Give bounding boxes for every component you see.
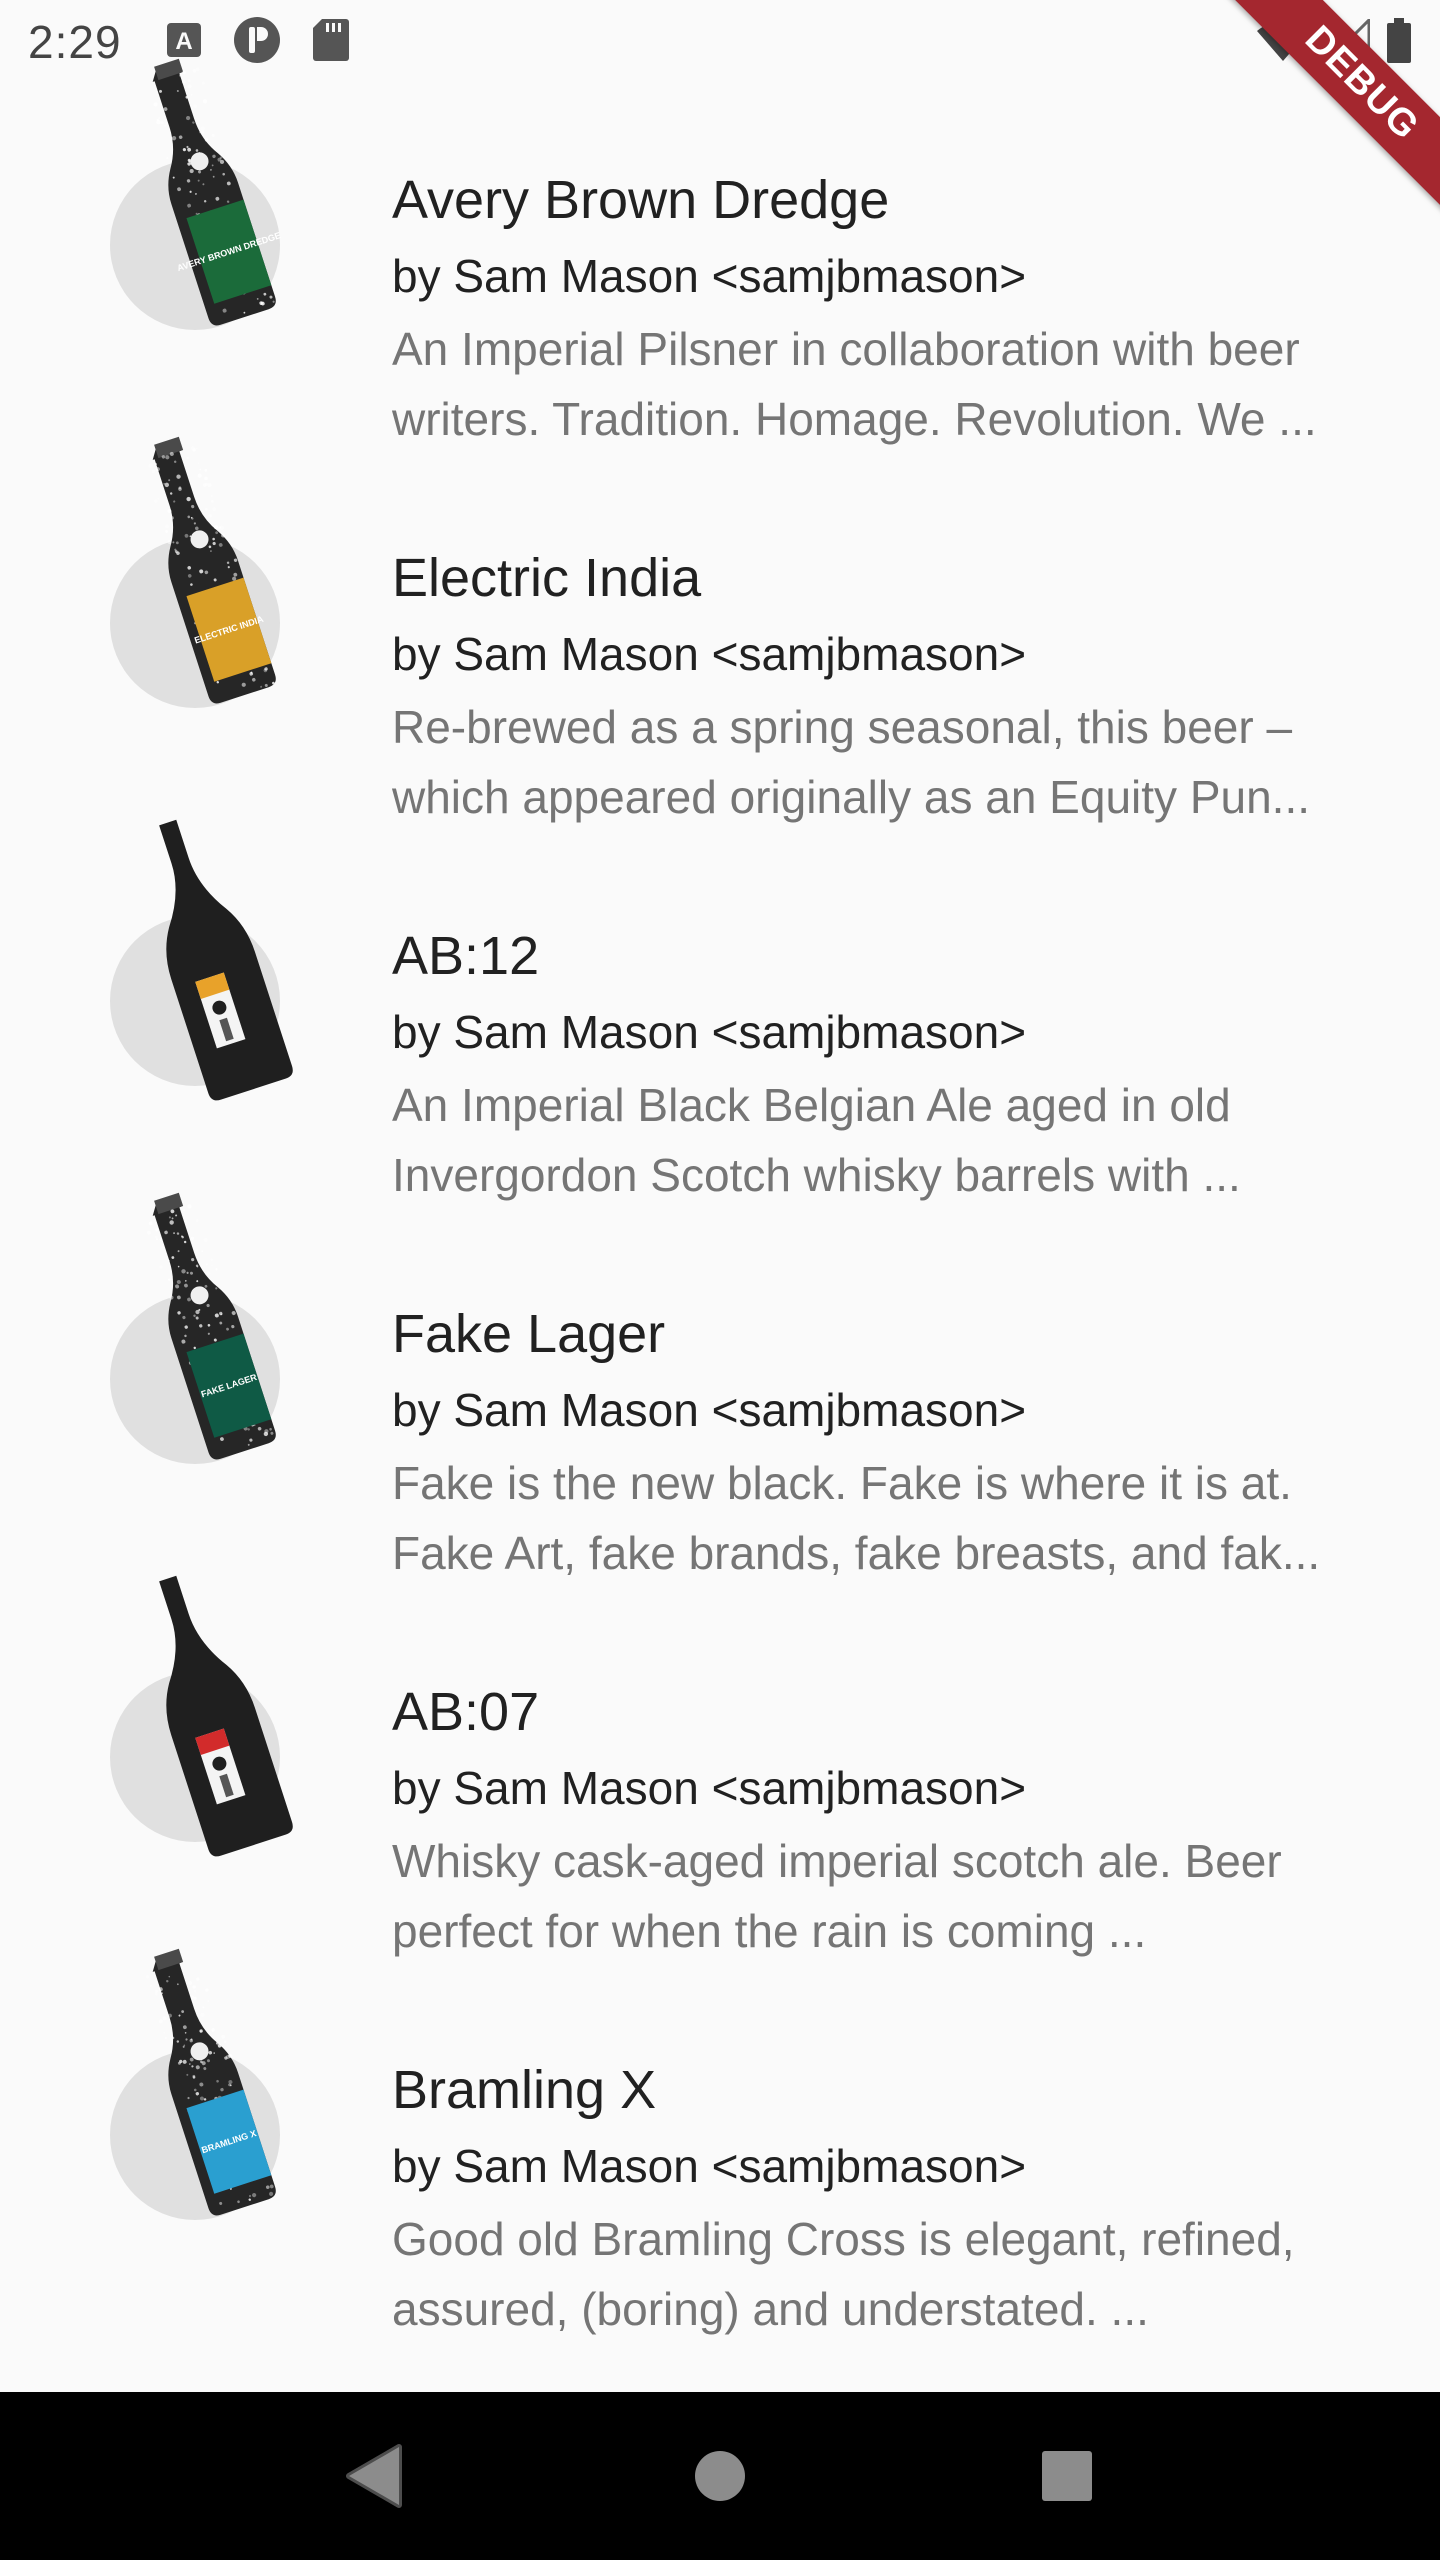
sd-card-icon bbox=[312, 18, 350, 67]
beer-list-item[interactable]: AB:07 by Sam Mason <samjbmason> Whisky cas… bbox=[0, 1575, 1440, 1990]
beer-list-item[interactable]: FAKE LAGER Fake Lager by Sam Mason <samjbm… bbox=[0, 1192, 1440, 1612]
recents-icon bbox=[1041, 2451, 1092, 2501]
beer-thumbnail: AVERY BROWN DREDGE bbox=[110, 58, 282, 330]
bottle-icon bbox=[159, 1575, 293, 1857]
app-screen: 2:29 A DEBUG AVERY BROWN DREDGE Avery Br… bbox=[0, 0, 1440, 2560]
beer-text: Avery Brown Dredge by Sam Mason <samjbmas… bbox=[392, 162, 1392, 454]
beer-list-item[interactable]: AVERY BROWN DREDGE Avery Brown Dredge by S… bbox=[0, 58, 1440, 478]
beer-description: Re-brewed as a spring seasonal, this bee… bbox=[392, 701, 1311, 823]
beer-description: Whisky cask-aged imperial scotch ale. Be… bbox=[392, 1835, 1282, 1957]
beer-thumbnail: FAKE LAGER bbox=[110, 1192, 280, 1464]
beer-name: AB:12 bbox=[392, 926, 540, 986]
beer-byline: by Sam Mason <samjbmason> bbox=[392, 628, 1027, 680]
recents-button[interactable] bbox=[1007, 2416, 1127, 2536]
beer-list-item[interactable]: BRAMLING X Bramling X by Sam Mason <samjbm… bbox=[0, 1948, 1440, 2368]
beer-description: Fake is the new black. Fake is where it … bbox=[392, 1457, 1321, 1579]
battery-icon bbox=[1386, 18, 1412, 69]
home-icon bbox=[694, 2451, 745, 2501]
navigation-bar bbox=[0, 2392, 1440, 2560]
beer-thumbnail: ELECTRIC INDIA bbox=[110, 436, 280, 708]
beer-list-item[interactable]: AB:12 by Sam Mason <samjbmason> An Imperia… bbox=[0, 819, 1440, 1234]
beer-thumbnail: BRAMLING X bbox=[110, 1948, 280, 2220]
back-icon bbox=[346, 2444, 403, 2508]
home-button[interactable] bbox=[660, 2416, 780, 2536]
bottle-icon: ELECTRIC INDIA bbox=[148, 436, 276, 704]
back-button[interactable] bbox=[313, 2416, 433, 2536]
beer-byline: by Sam Mason <samjbmason> bbox=[392, 2140, 1027, 2192]
beer-text: Electric India by Sam Mason <samjbmason> R… bbox=[392, 540, 1392, 832]
beer-byline: by Sam Mason <samjbmason> bbox=[392, 1384, 1027, 1436]
beer-byline: by Sam Mason <samjbmason> bbox=[392, 1006, 1027, 1058]
beer-text: Bramling X by Sam Mason <samjbmason> Good … bbox=[392, 2052, 1392, 2344]
beer-byline: by Sam Mason <samjbmason> bbox=[392, 1762, 1027, 1814]
beer-name: Avery Brown Dredge bbox=[392, 170, 890, 230]
beer-byline: by Sam Mason <samjbmason> bbox=[392, 250, 1027, 302]
beer-name: Electric India bbox=[392, 548, 702, 608]
beer-text: AB:07 by Sam Mason <samjbmason> Whisky cas… bbox=[392, 1674, 1392, 1966]
beer-description: Good old Bramling Cross is elegant, refi… bbox=[392, 2213, 1295, 2335]
beer-list[interactable]: AVERY BROWN DREDGE Avery Brown Dredge by S… bbox=[0, 58, 1440, 2368]
bottle-icon bbox=[159, 819, 293, 1101]
beer-list-item[interactable]: ELECTRIC INDIA Electric India by Sam Mason… bbox=[0, 436, 1440, 856]
beer-name: AB:07 bbox=[392, 1682, 540, 1742]
beer-thumbnail bbox=[110, 819, 293, 1101]
status-time: 2:29 bbox=[28, 16, 122, 68]
beer-text: Fake Lager by Sam Mason <samjbmason> Fake … bbox=[392, 1296, 1392, 1588]
beer-description: An Imperial Black Belgian Ale aged in ol… bbox=[392, 1079, 1241, 1201]
beer-name: Bramling X bbox=[392, 2060, 657, 2120]
bottle-icon: BRAMLING X bbox=[145, 1948, 276, 2216]
beer-description: An Imperial Pilsner in collaboration wit… bbox=[392, 323, 1317, 445]
beer-name: Fake Lager bbox=[392, 1304, 666, 1364]
bottle-icon: FAKE LAGER bbox=[146, 1192, 276, 1460]
beer-thumbnail bbox=[110, 1575, 293, 1857]
bottle-icon: AVERY BROWN DREDGE bbox=[152, 58, 282, 326]
beer-text: AB:12 by Sam Mason <samjbmason> An Imperia… bbox=[392, 918, 1392, 1210]
